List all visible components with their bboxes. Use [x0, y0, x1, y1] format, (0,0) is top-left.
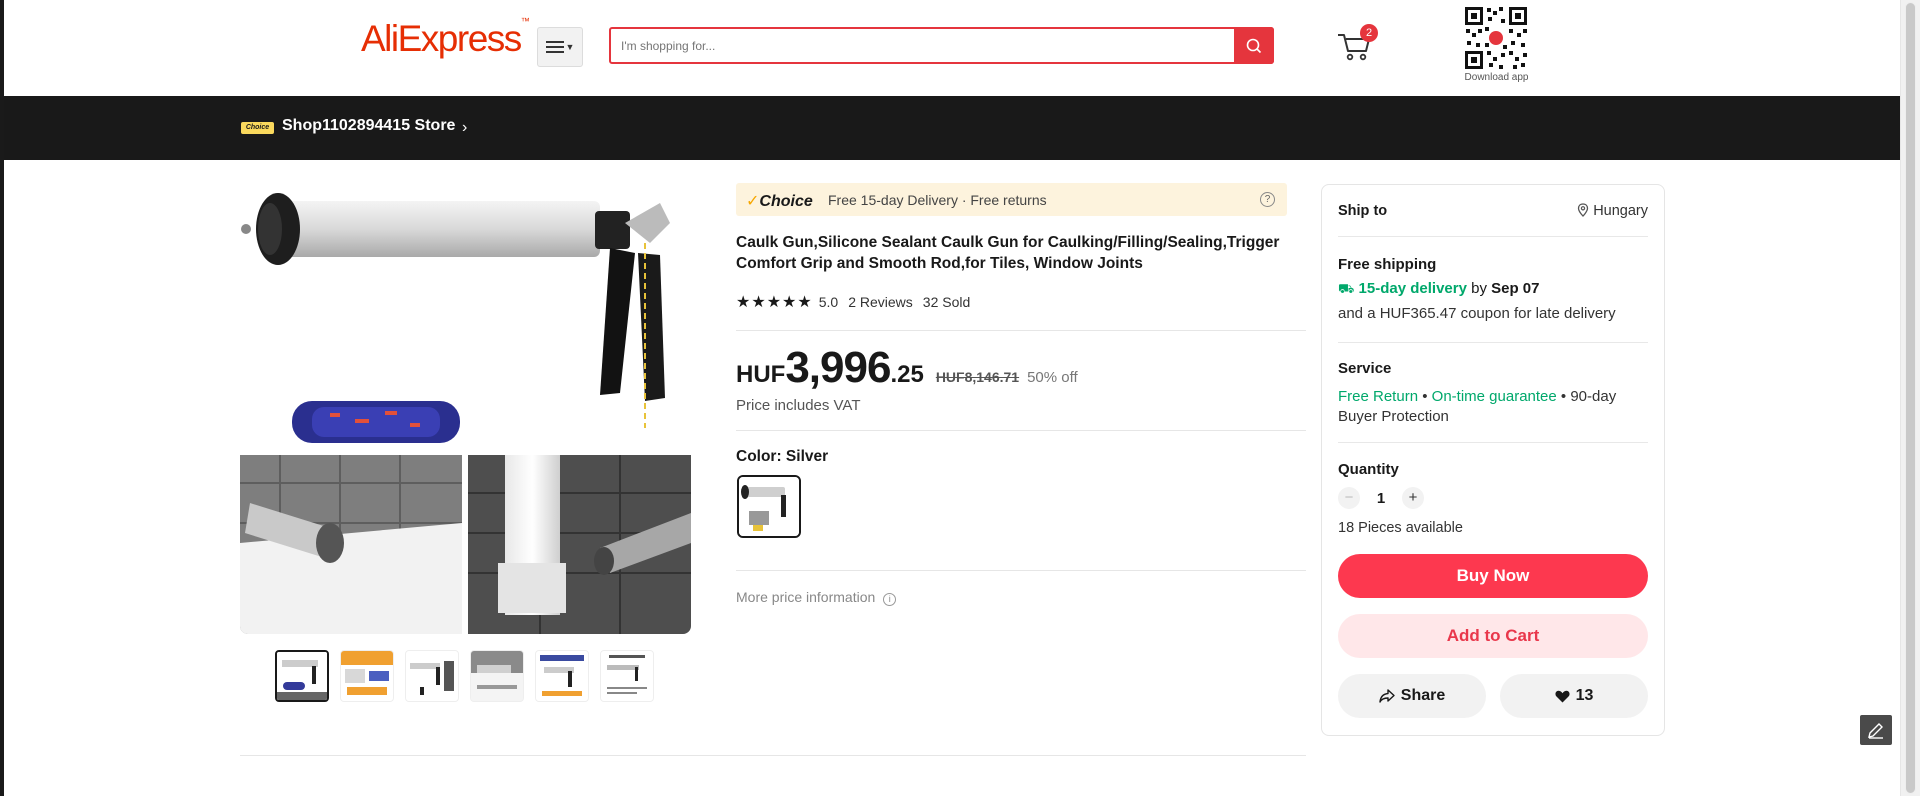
original-price: HUF8,146.71 [935, 369, 1020, 385]
delivery-by: by [1471, 280, 1487, 297]
thumbnail-4[interactable] [470, 650, 524, 702]
divider [736, 430, 1306, 431]
logo-tm: ™ [520, 15, 530, 26]
increase-quantity-button[interactable]: + [1402, 487, 1424, 509]
aliexpress-logo[interactable]: AliExpress™ [361, 15, 530, 60]
section-divider [240, 755, 1306, 756]
thumbnail-3[interactable] [405, 650, 459, 702]
free-shipping-heading: Free shipping [1338, 256, 1437, 273]
qr-code-icon[interactable] [1463, 5, 1529, 71]
price-block: HUF 3,996 .25 HUF8,146.71 50% off [736, 343, 1078, 393]
bullet: • [1422, 388, 1428, 405]
product-main-image[interactable] [240, 183, 691, 634]
delivery-days: 15-day delivery [1358, 280, 1467, 297]
feedback-button[interactable] [1860, 715, 1892, 745]
choice-logo-text: Choice [759, 193, 813, 210]
store-name-link[interactable]: Shop1102894415 Store [282, 117, 455, 135]
pieces-available: 18 Pieces available [1338, 520, 1463, 536]
price-currency: HUF [736, 361, 786, 388]
vat-note: Price includes VAT [736, 397, 861, 414]
color-label: Color: Silver [736, 448, 829, 465]
search-input[interactable] [621, 35, 1221, 57]
divider [1338, 236, 1648, 237]
choice-benefits: Free 15-day Delivery · Free returns [828, 192, 1047, 208]
price-decimal: .25 [890, 361, 924, 388]
free-return-link[interactable]: Free Return [1338, 388, 1418, 405]
ship-to-label: Ship to [1338, 203, 1388, 219]
cart-button[interactable]: 2 [1334, 24, 1378, 65]
search-box [609, 27, 1274, 64]
wishlist-button[interactable]: 13 [1500, 674, 1648, 718]
delivery-estimate: ⛟ 15-day delivery by Sep 07 [1338, 280, 1540, 299]
quantity-heading: Quantity [1338, 461, 1399, 478]
more-price-info[interactable]: More price information i [736, 589, 897, 606]
thumbnail-5[interactable] [535, 650, 589, 702]
choice-banner[interactable]: ✓Choice Free 15-day Delivery · Free retu… [736, 183, 1287, 216]
rating-value: 5.0 [818, 294, 839, 310]
search-button[interactable] [1234, 27, 1274, 64]
share-button[interactable]: Share [1338, 674, 1486, 718]
share-icon [1379, 689, 1395, 703]
vertical-scrollbar[interactable] [1900, 0, 1920, 796]
check-icon: ✓ [746, 193, 760, 210]
choice-logo: ✓Choice [746, 191, 813, 211]
ship-to-country[interactable]: Hungary [1577, 203, 1648, 219]
divider [736, 330, 1306, 331]
reviews-link[interactable]: 2 Reviews [848, 294, 913, 310]
color-swatch-silver[interactable] [737, 475, 801, 538]
quantity-stepper: − 1 + [1338, 487, 1424, 509]
thumbnail-2[interactable] [340, 650, 394, 702]
decrease-quantity-button[interactable]: − [1338, 487, 1360, 509]
choice-badge: Choice [241, 122, 274, 134]
cart-count-badge: 2 [1360, 24, 1378, 42]
location-pin-icon [1578, 203, 1589, 217]
share-label: Share [1400, 687, 1446, 704]
country-name: Hungary [1593, 203, 1648, 219]
buy-now-button[interactable]: Buy Now [1338, 554, 1648, 598]
late-delivery-coupon: and a HUF365.47 coupon for late delivery [1338, 305, 1616, 322]
price-integer: 3,996 [785, 343, 891, 392]
service-heading: Service [1338, 360, 1392, 377]
heart-icon [1555, 690, 1570, 702]
logo-text: AliExpress [361, 18, 522, 59]
thumbnail-strip [275, 650, 654, 702]
site-header: AliExpress™ ▼ 2 [4, 0, 1900, 96]
chevron-right-icon[interactable]: › [462, 119, 467, 137]
divider [1338, 442, 1648, 443]
menu-icon [545, 40, 564, 54]
search-icon [1246, 38, 1262, 53]
delivery-date: Sep 07 [1491, 280, 1540, 297]
add-to-cart-button[interactable]: Add to Cart [1338, 614, 1648, 658]
download-app-label: Download app [1464, 72, 1529, 83]
quantity-value[interactable]: 1 [1360, 490, 1402, 507]
star-rating-icon: ★★★★★ [736, 294, 813, 311]
scrollbar-thumb[interactable] [1905, 2, 1916, 794]
sold-count: 32 Sold [922, 294, 971, 310]
thumbnail-1[interactable] [275, 650, 329, 702]
divider [736, 570, 1306, 571]
service-list: Free Return • On-time guarantee • 90-day… [1338, 387, 1648, 427]
thumbnail-6[interactable] [600, 650, 654, 702]
rating-row: ★★★★★ 5.0 2 Reviews 32 Sold [736, 292, 970, 312]
discount-label: 50% off [1027, 369, 1078, 386]
wishlist-count: 13 [1575, 687, 1594, 704]
on-time-guarantee-link[interactable]: On-time guarantee [1432, 388, 1557, 405]
purchase-panel: Ship to Hungary Free shipping ⛟ 15-day d… [1321, 184, 1665, 736]
edit-icon [1868, 723, 1883, 739]
caret-down-icon: ▼ [565, 42, 575, 52]
help-icon[interactable]: ? [1260, 192, 1275, 207]
store-bar: Choice Shop1102894415 Store › [4, 96, 1900, 160]
divider [1338, 342, 1648, 343]
truck-icon: ⛟ [1338, 281, 1355, 296]
more-price-text: More price information [736, 589, 876, 605]
category-menu-button[interactable]: ▼ [537, 27, 583, 67]
product-title: Caulk Gun,Silicone Sealant Caulk Gun for… [736, 234, 1280, 272]
info-icon: i [883, 593, 897, 606]
